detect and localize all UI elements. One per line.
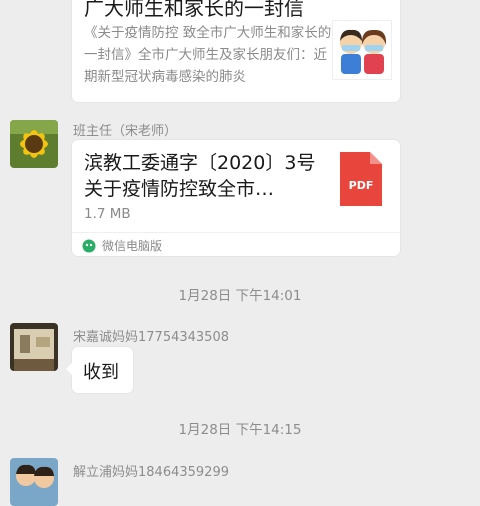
pdf-file-icon: PDF	[340, 152, 382, 206]
file-size: 1.7 MB	[84, 206, 131, 222]
message-timestamp: 1月28日 下午14:15	[178, 422, 302, 438]
avatar-parent-2[interactable]	[10, 458, 58, 506]
source-label: 微信电脑版	[102, 239, 163, 253]
file-message-card[interactable]: 滨教工委通字〔2020〕3号关于疫情防控致全市… 1.7 MB PDF 微信电脑…	[72, 140, 400, 256]
wechat-pc-icon	[82, 238, 96, 253]
pdf-label: PDF	[349, 179, 374, 192]
shared-article-card[interactable]: 广大师生和家长的一封信 《关于疫情防控 致全市广大师生和家长的一封信》全市广大师…	[72, 0, 400, 102]
sender-name: 宋嘉诚妈妈17754343508	[73, 330, 229, 345]
article-thumbnail	[332, 20, 392, 80]
avatar-parent-1[interactable]	[10, 323, 58, 371]
avatar-teacher[interactable]	[10, 120, 58, 168]
article-title: 广大师生和家长的一封信	[84, 0, 304, 20]
article-description: 《关于疫情防控 致全市广大师生和家长的一封信》全市广大师生及家长朋友们：近期新型…	[84, 25, 332, 85]
text-message-bubble[interactable]: 收到	[66, 347, 133, 393]
message-timestamp: 1月28日 下午14:01	[178, 288, 302, 304]
file-source-footer: 微信电脑版	[72, 232, 400, 257]
sender-name: 解立浦妈妈18464359299	[73, 465, 229, 480]
sender-name: 班主任（宋老师）	[73, 124, 178, 139]
file-name: 滨教工委通字〔2020〕3号关于疫情防控致全市…	[84, 152, 316, 200]
message-text: 收到	[83, 362, 119, 383]
